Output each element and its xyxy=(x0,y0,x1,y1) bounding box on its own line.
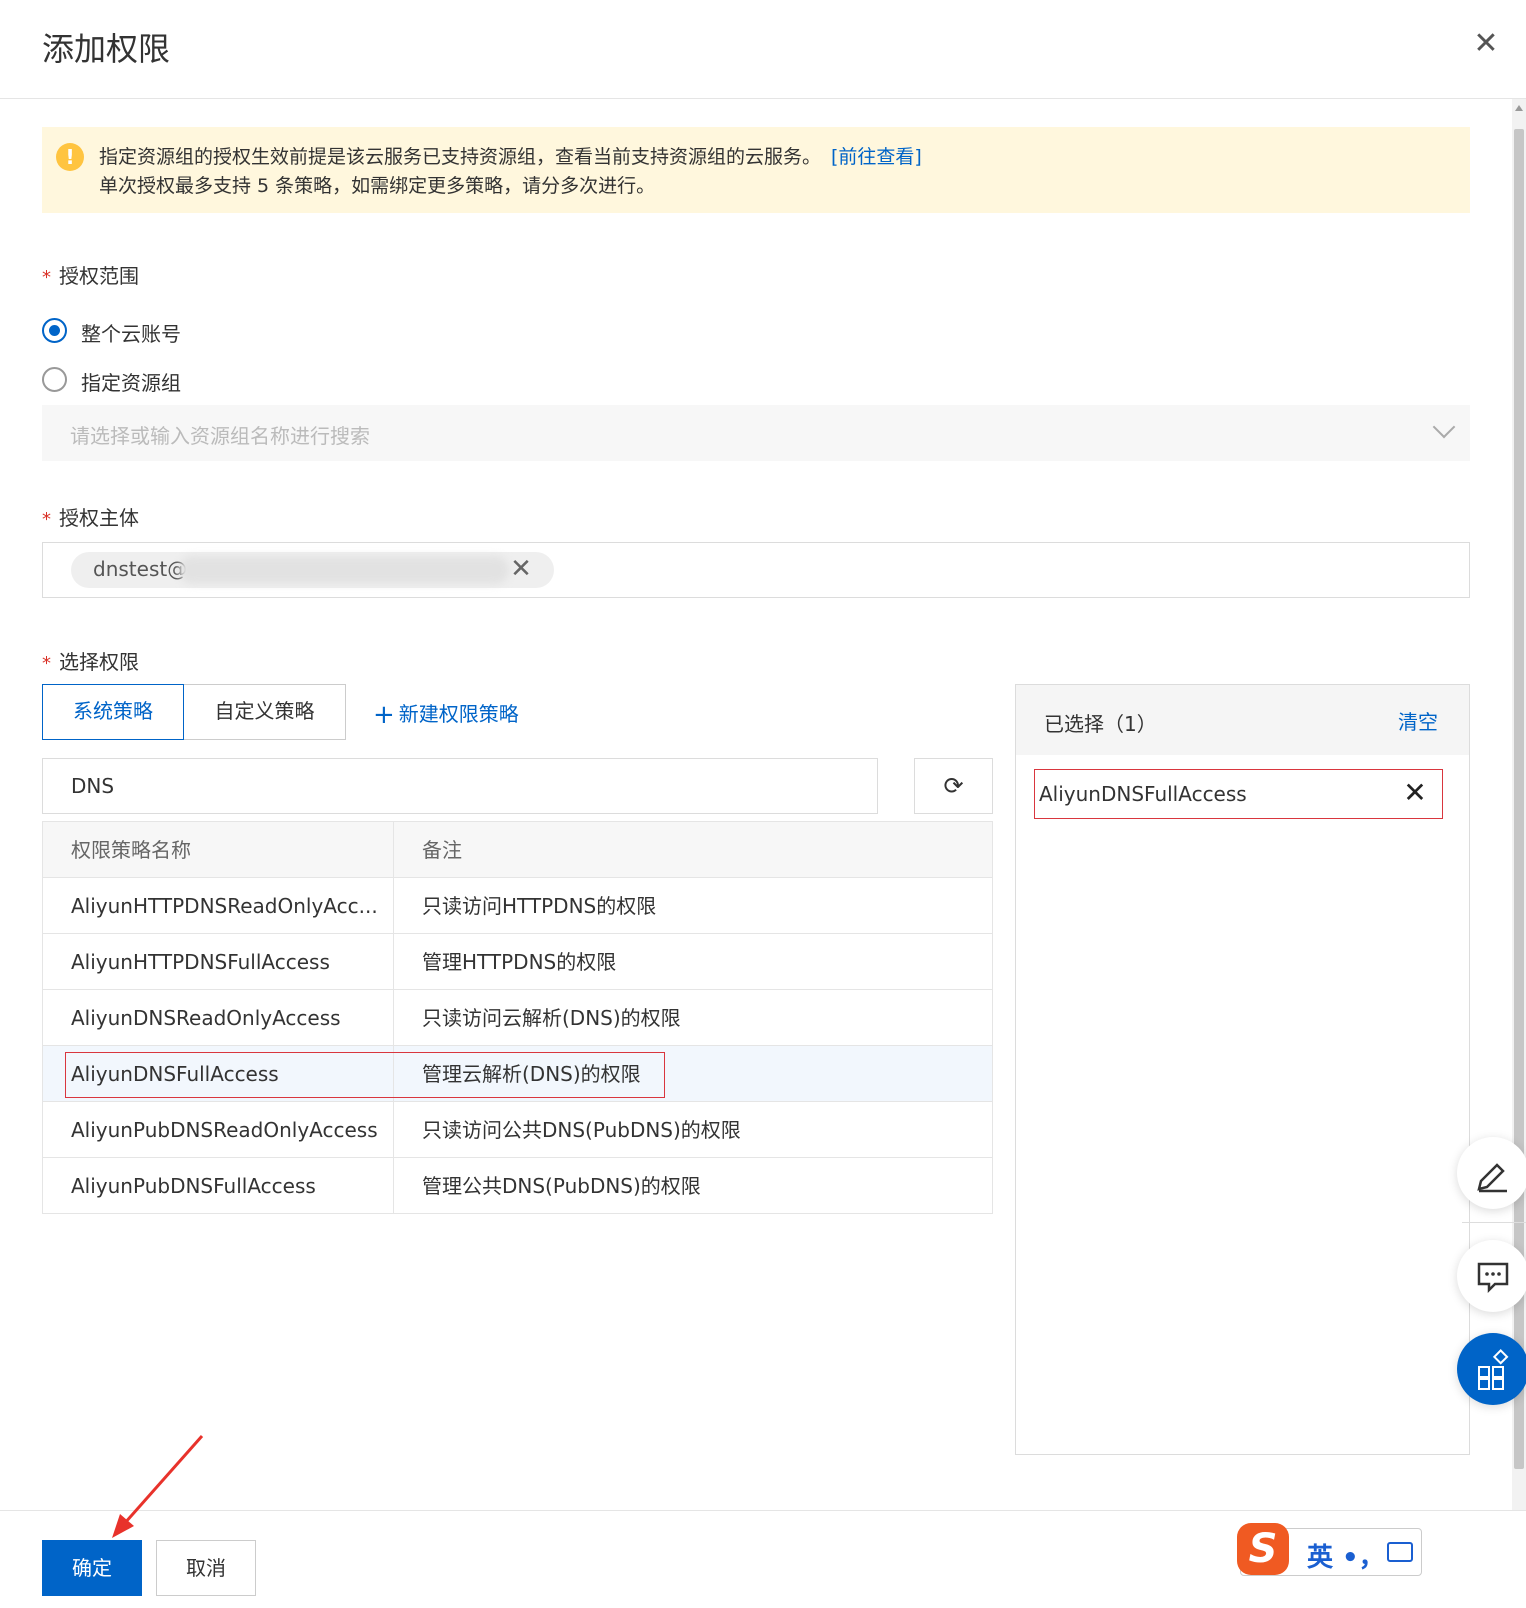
remove-tag-icon[interactable]: ✕ xyxy=(506,554,536,584)
policy-table: 权限策略名称 备注 AliyunHTTPDNSReadOnlyAcc... 只读… xyxy=(42,821,993,1214)
policy-note: 管理云解析(DNS)的权限 xyxy=(422,1062,641,1086)
policy-note: 只读访问云解析(DNS)的权限 xyxy=(422,1006,681,1030)
selected-title: 已选择（1） xyxy=(1044,712,1157,736)
keyboard-icon[interactable] xyxy=(1387,1542,1413,1562)
principal-tag: dnstest@ ✕ xyxy=(71,552,554,588)
warning-icon: ! xyxy=(56,143,84,171)
policy-name: AliyunDNSFullAccess xyxy=(43,1046,394,1102)
radio-resource-group[interactable] xyxy=(42,367,67,392)
ime-logo: S xyxy=(1237,1523,1289,1575)
radio-resource-group-label[interactable]: 指定资源组 xyxy=(81,367,181,396)
policy-note: 管理HTTPDNS的权限 xyxy=(422,950,617,974)
refresh-icon: ⟳ xyxy=(943,772,964,800)
selected-panel: 已选择（1） 清空 AliyunDNSFullAccess ✕ xyxy=(1015,684,1470,1455)
policy-name: AliyunDNSReadOnlyAccess xyxy=(43,990,394,1046)
float-divider xyxy=(1462,1222,1526,1223)
policy-name: AliyunHTTPDNSReadOnlyAcc... xyxy=(43,878,394,934)
ime-status: 英 •， xyxy=(1307,1543,1385,1573)
principal-tag-text: dnstest@ xyxy=(93,557,188,581)
principal-field[interactable]: dnstest@ ✕ xyxy=(42,542,1470,598)
column-header-note: 备注 xyxy=(422,838,462,862)
edit-feedback-button[interactable] xyxy=(1457,1137,1526,1209)
notice-line-2: 单次授权最多支持 5 条策略，如需绑定更多策略，请分多次进行。 xyxy=(99,175,656,197)
close-icon[interactable]: ✕ xyxy=(1472,28,1500,60)
table-header: 权限策略名称 备注 xyxy=(43,822,992,878)
table-row-selected[interactable]: AliyunDNSFullAccess 管理云解析(DNS)的权限 xyxy=(43,1046,992,1102)
resource-group-select-placeholder: 请选择或输入资源组名称进行搜索 xyxy=(70,424,370,448)
confirm-button[interactable]: 确定 xyxy=(42,1540,142,1596)
redacted-blur xyxy=(179,556,509,584)
chat-button[interactable] xyxy=(1457,1240,1526,1312)
new-policy-label: 新建权限策略 xyxy=(398,702,519,726)
principal-label-text: 授权主体 xyxy=(59,506,139,530)
dialog-header: 添加权限 ✕ xyxy=(0,0,1526,99)
resource-group-select[interactable]: 请选择或输入资源组名称进行搜索 xyxy=(42,405,1470,461)
policy-note: 只读访问公共DNS(PubDNS)的权限 xyxy=(422,1118,741,1142)
permissions-label-text: 选择权限 xyxy=(59,650,139,674)
policy-note: 管理公共DNS(PubDNS)的权限 xyxy=(422,1174,701,1198)
scope-label: * 授权范围 xyxy=(42,260,139,289)
permissions-label: * 选择权限 xyxy=(42,646,139,675)
notice-banner: ! 指定资源组的授权生效前提是该云服务已支持资源组，查看当前支持资源组的云服务。… xyxy=(42,127,1470,213)
remove-selected-icon[interactable]: ✕ xyxy=(1400,776,1430,810)
table-row[interactable]: AliyunDNSReadOnlyAccess 只读访问云解析(DNS)的权限 xyxy=(43,990,992,1046)
annotation-arrow-icon xyxy=(112,1435,204,1538)
new-policy-link[interactable]: + 新建权限策略 xyxy=(373,698,519,730)
notice-link[interactable]: [前往查看] xyxy=(831,146,922,168)
policy-name: AliyunPubDNSReadOnlyAccess xyxy=(43,1102,394,1158)
required-mark: * xyxy=(42,267,51,288)
notice-text: 指定资源组的授权生效前提是该云服务已支持资源组，查看当前支持资源组的云服务。 xyxy=(99,146,822,168)
ime-toolbar[interactable]: S 英 •， xyxy=(1237,1523,1422,1576)
column-header-name: 权限策略名称 xyxy=(43,822,394,878)
dialog-title: 添加权限 xyxy=(42,30,171,68)
pencil-icon xyxy=(1477,1163,1507,1193)
chat-icon xyxy=(1477,1262,1509,1294)
scroll-up-arrow-icon[interactable] xyxy=(1515,105,1523,111)
policy-note: 只读访问HTTPDNS的权限 xyxy=(422,894,657,918)
policy-name: AliyunPubDNSFullAccess xyxy=(43,1158,394,1214)
required-mark: * xyxy=(42,653,51,674)
selected-item-label: AliyunDNSFullAccess xyxy=(1039,782,1247,806)
cancel-button[interactable]: 取消 xyxy=(156,1540,256,1596)
radio-whole-account-label[interactable]: 整个云账号 xyxy=(81,318,181,347)
table-row[interactable]: AliyunPubDNSFullAccess 管理公共DNS(PubDNS)的权… xyxy=(43,1158,992,1214)
clear-button[interactable]: 清空 xyxy=(1398,706,1438,735)
policy-name: AliyunHTTPDNSFullAccess xyxy=(43,934,394,990)
apps-grid-icon xyxy=(1478,1349,1509,1390)
required-mark: * xyxy=(42,509,51,530)
table-row[interactable]: AliyunHTTPDNSFullAccess 管理HTTPDNS的权限 xyxy=(43,934,992,990)
selected-panel-header: 已选择（1） 清空 xyxy=(1016,685,1469,755)
tab-custom-policy[interactable]: 自定义策略 xyxy=(184,684,346,740)
chevron-down-icon xyxy=(1432,415,1456,439)
notice-line-1: 指定资源组的授权生效前提是该云服务已支持资源组，查看当前支持资源组的云服务。 [前… xyxy=(99,142,922,169)
scope-label-text: 授权范围 xyxy=(59,264,139,288)
apps-button[interactable] xyxy=(1457,1333,1526,1405)
principal-label: * 授权主体 xyxy=(42,502,139,531)
table-row[interactable]: AliyunPubDNSReadOnlyAccess 只读访问公共DNS(Pub… xyxy=(43,1102,992,1158)
policy-search-input[interactable]: DNS xyxy=(42,758,878,814)
refresh-button[interactable]: ⟳ xyxy=(914,758,993,814)
plus-icon: + xyxy=(373,700,395,730)
radio-whole-account[interactable] xyxy=(42,318,67,343)
selected-item: AliyunDNSFullAccess ✕ xyxy=(1034,769,1443,819)
table-row[interactable]: AliyunHTTPDNSReadOnlyAcc... 只读访问HTTPDNS的… xyxy=(43,878,992,934)
tab-system-policy[interactable]: 系统策略 xyxy=(42,684,184,740)
